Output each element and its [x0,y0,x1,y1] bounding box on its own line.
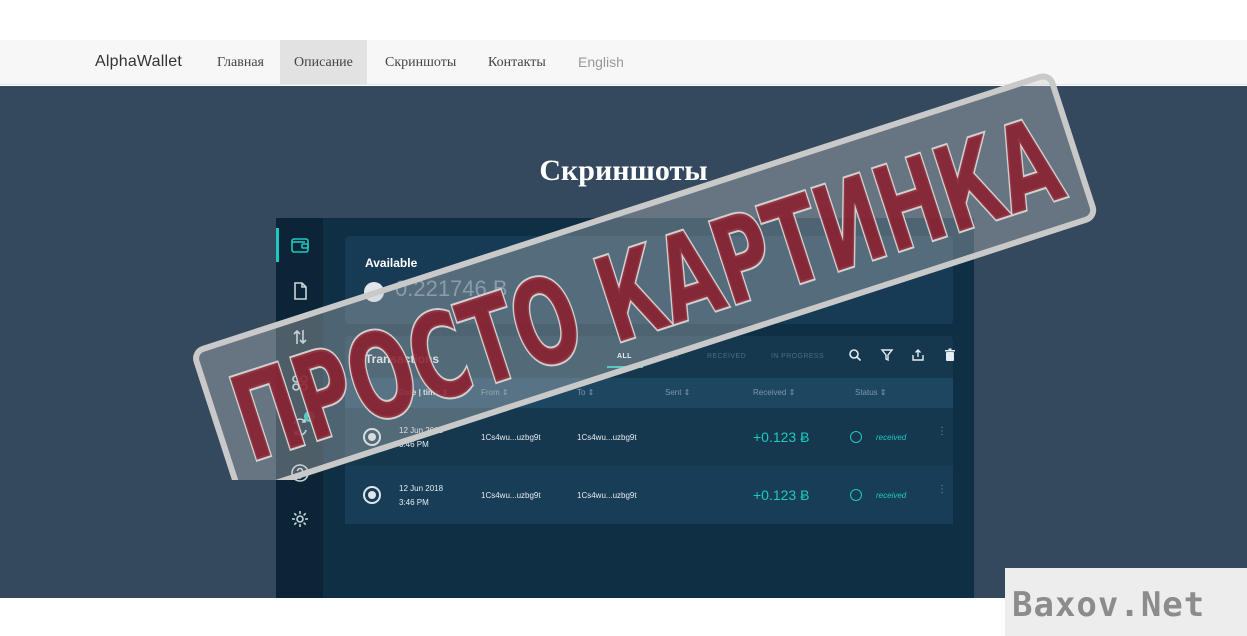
column-from[interactable]: From ⇕ [481,388,509,397]
filter-active-underline [607,366,643,368]
top-strip [0,0,1247,40]
column-status[interactable]: Status ⇕ [855,388,887,397]
row-status: received [876,433,907,442]
row-time: 3:46 PM [399,440,429,449]
nav-item-description[interactable]: Описание [280,40,367,85]
transfer-icon[interactable] [289,326,311,348]
column-sent[interactable]: Sent ⇕ [665,388,690,397]
grid-icon[interactable] [289,372,311,394]
row-date: 12 Jun 2018 [399,426,444,435]
table-row[interactable]: 12 Jun 2018 3:46 PM 1Cs4wu...uzbg9t 1Cs4… [345,466,953,524]
more-options-icon[interactable]: ⋮ [937,485,947,495]
nav-item-english[interactable]: English [564,40,638,85]
nav-item-home[interactable]: Главная [203,40,278,85]
watermark-text: Baxov.Net [1012,585,1206,625]
row-status: received [876,491,907,500]
filter-sent[interactable]: SENT [659,353,679,360]
table-row[interactable]: 12 Jun 2018 3:46 PM 1Cs4wu...uzbg9t 1Cs4… [345,408,953,466]
received-status-icon [850,431,862,443]
available-label: Available [365,256,418,270]
row-to: 1Cs4wu...uzbg9t [577,491,637,500]
export-icon[interactable] [911,348,927,364]
row-received-amount: +0.123 Ƀ [753,487,810,503]
row-from: 1Cs4wu...uzbg9t [481,491,541,500]
exchange-badge: 3 [304,411,315,422]
app-screenshot: 3 Available 0.221746 Ƀ Transactions ALL … [276,218,974,598]
available-balance-card: Available 0.221746 Ƀ [345,236,953,324]
top-navbar: AlphaWallet Главная Описание Скриншоты К… [0,40,1247,85]
available-amount: 0.221746 Ƀ [395,276,508,301]
sidebar-active-indicator [276,228,279,262]
transactions-card: Transactions ALL SENT RECEIVED IN PROGRE… [345,336,955,524]
column-to[interactable]: To ⇕ [577,388,594,397]
trash-icon[interactable] [943,348,955,364]
screenshots-section: Скриншоты 3 Available 0.221746 Ƀ Transac… [0,86,1247,598]
received-status-icon [850,489,862,501]
row-time: 3:46 PM [399,498,429,507]
coin-icon [363,486,381,504]
settings-icon[interactable] [289,508,311,530]
transactions-title: Transactions [365,352,440,366]
filter-in-progress[interactable]: IN PROGRESS [771,353,824,360]
search-icon[interactable] [848,348,864,364]
row-to: 1Cs4wu...uzbg9t [577,433,637,442]
nav-item-contacts[interactable]: Контакты [474,40,560,85]
nav-item-screenshots[interactable]: Скриншоты [371,40,470,85]
column-received[interactable]: Received ⇕ [753,388,795,397]
column-date[interactable]: Date | time ⇕ [399,388,448,397]
coin-icon [364,282,384,302]
help-icon[interactable] [289,462,311,484]
wallet-icon[interactable] [289,234,311,256]
row-date: 12 Jun 2018 [399,484,444,493]
app-sidebar: 3 [276,218,323,598]
document-icon[interactable] [289,280,311,302]
filter-received[interactable]: RECEIVED [707,353,746,360]
row-received-amount: +0.123 Ƀ [753,429,810,445]
filter-all[interactable]: ALL [617,353,632,360]
row-from: 1Cs4wu...uzbg9t [481,433,541,442]
more-options-icon[interactable]: ⋮ [937,427,947,437]
brand-logo[interactable]: AlphaWallet [95,53,182,71]
transactions-table-header: Date | time ⇕ From ⇕ To ⇕ Sent ⇕ Receive… [345,378,953,408]
filter-icon[interactable] [880,348,896,364]
coin-icon [363,428,381,446]
section-title: Скриншоты [539,154,708,187]
